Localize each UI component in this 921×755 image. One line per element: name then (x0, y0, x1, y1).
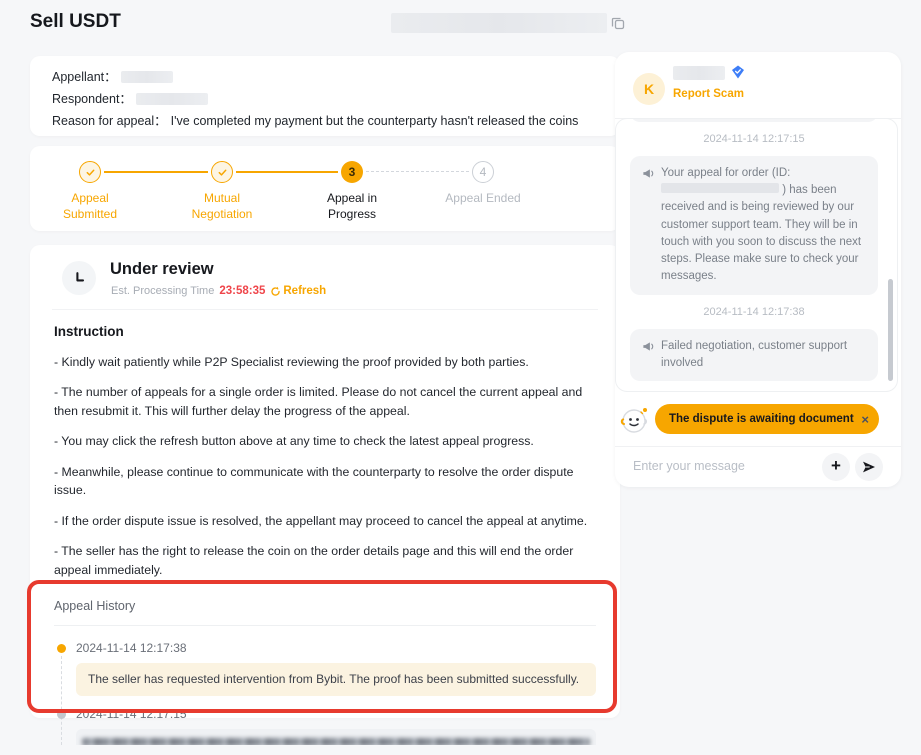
system-message: Your appeal for order (ID: ) has been re… (630, 118, 878, 122)
check-icon (217, 167, 228, 178)
close-icon[interactable]: × (861, 412, 869, 427)
respondent-label: Respondent： (52, 91, 132, 107)
review-subrow: Est. Processing Time 23:58:35 Refresh (111, 285, 326, 297)
step-number: 4 (480, 165, 487, 179)
chat-message-list: Your appeal for order (ID: ) has been re… (615, 118, 898, 392)
send-icon (861, 459, 877, 475)
step-label-appeal-in-progress: Appeal in Progress (292, 190, 412, 222)
step-label-mutual-negotiation: Mutual Negotiation (162, 190, 282, 222)
order-id-redacted (661, 183, 779, 193)
reason-row: Reason for appeal： I've completed my pay… (52, 113, 598, 129)
appeal-history-title: Appeal History (30, 593, 620, 625)
history-item: 2024-11-14 12:17:15 (54, 706, 596, 745)
page-title: Sell USDT (30, 11, 121, 33)
processing-time-label: Est. Processing Time (111, 285, 214, 297)
timeline-dot-gray (57, 710, 66, 719)
step-label-appeal-ended: Appeal Ended (423, 190, 543, 206)
message-input[interactable] (633, 455, 808, 477)
refresh-icon (270, 286, 281, 297)
step-circle-appeal-ended: 4 (472, 161, 494, 183)
instruction-section: Instruction - Kindly wait patiently whil… (30, 310, 620, 579)
appeal-detail-card: Under review Est. Processing Time 23:58:… (30, 245, 620, 718)
history-timeline: 2024-11-14 12:17:38 The seller has reque… (30, 626, 620, 745)
chat-panel: K Report Scam Your appeal for order (ID:… (615, 52, 901, 487)
instruction-item: - Kindly wait patiently while P2P Specia… (54, 353, 596, 371)
step-circle-appeal-submitted (79, 161, 101, 183)
reason-label: Reason for appeal： (52, 113, 167, 129)
appeal-info-card: Appellant： Respondent： Reason for appeal… (30, 56, 620, 136)
message-text-prefix: Your appeal for order (ID: (661, 167, 790, 179)
dispute-alert-banner[interactable]: The dispute is awaiting document sub... … (655, 404, 879, 434)
instruction-title: Instruction (54, 324, 596, 339)
message-text: Failed negotiation, customer support inv… (661, 338, 864, 373)
instruction-item: - The seller has the right to release th… (54, 542, 596, 579)
refresh-button[interactable]: Refresh (270, 285, 326, 297)
chat-scroll-area: Your appeal for order (ID: ) has been re… (616, 119, 897, 391)
check-icon (85, 167, 96, 178)
system-message: Your appeal for order (ID: ) has been re… (630, 156, 878, 295)
chat-input-divider (615, 446, 901, 447)
appellant-label: Appellant： (52, 69, 117, 85)
refresh-label: Refresh (283, 285, 326, 297)
copy-icon[interactable] (611, 16, 625, 30)
review-status-title: Under review (110, 260, 214, 279)
step-circle-mutual-negotiation (211, 161, 233, 183)
respondent-value-redacted (136, 93, 208, 105)
instruction-item: - The number of appeals for a single ord… (54, 383, 596, 420)
history-message: The seller has requested intervention fr… (76, 663, 596, 696)
megaphone-icon (642, 165, 655, 286)
redacted-text (82, 738, 590, 745)
step-connector-3 (366, 171, 469, 172)
history-timestamp: 2024-11-14 12:17:15 (76, 706, 596, 722)
bybit-mascot-icon[interactable] (617, 402, 653, 438)
history-message-redacted (76, 729, 596, 745)
appeal-history-section: Appeal History 2024-11-14 12:17:38 The s… (30, 593, 620, 755)
step-connector-2 (236, 171, 338, 173)
message-text-suffix: ) has been received and is being reviewe… (661, 184, 861, 282)
verified-badge-icon (731, 65, 745, 79)
history-item: 2024-11-14 12:17:38 The seller has reque… (54, 640, 596, 696)
dispute-alert-text: The dispute is awaiting document sub... (669, 413, 855, 425)
counterparty-name-redacted (673, 66, 725, 80)
appellant-row: Appellant： (52, 69, 598, 85)
history-timestamp: 2024-11-14 12:17:38 (76, 640, 596, 656)
countdown-timer: 23:58:35 (219, 285, 265, 297)
chat-timestamp: 2024-11-14 12:17:38 (630, 306, 878, 318)
step-label-appeal-submitted: Appeal Submitted (30, 190, 150, 222)
step-circle-appeal-in-progress: 3 (341, 161, 363, 183)
step-connector-1 (104, 171, 208, 173)
appeal-page: Sell USDT Appellant： Respondent： Reason … (0, 0, 921, 718)
instruction-item: - Meanwhile, please continue to communic… (54, 463, 596, 500)
reason-text: I've completed my payment but the counte… (171, 113, 579, 129)
order-id-redacted (391, 13, 607, 33)
respondent-row: Respondent： (52, 91, 598, 107)
scrollbar-thumb[interactable] (888, 279, 893, 381)
system-message: Failed negotiation, customer support inv… (630, 329, 878, 382)
chat-timestamp: 2024-11-14 12:17:15 (630, 133, 878, 145)
timeline-dot-active (57, 644, 66, 653)
review-header: Under review Est. Processing Time 23:58:… (30, 245, 620, 309)
attach-button[interactable]: + (822, 453, 850, 481)
avatar: K (633, 73, 665, 105)
appellant-value-redacted (121, 71, 173, 83)
megaphone-icon (642, 338, 655, 373)
instruction-item: - You may click the refresh button above… (54, 432, 596, 450)
step-number: 3 (349, 165, 356, 179)
clock-icon (62, 261, 96, 295)
send-button[interactable] (855, 453, 883, 481)
instruction-item: - If the order dispute issue is resolved… (54, 512, 596, 530)
report-scam-button[interactable]: Report Scam (673, 88, 744, 100)
appeal-progress-stepper: 3 4 Appeal Submitted Mutual Negotiation … (30, 146, 620, 231)
